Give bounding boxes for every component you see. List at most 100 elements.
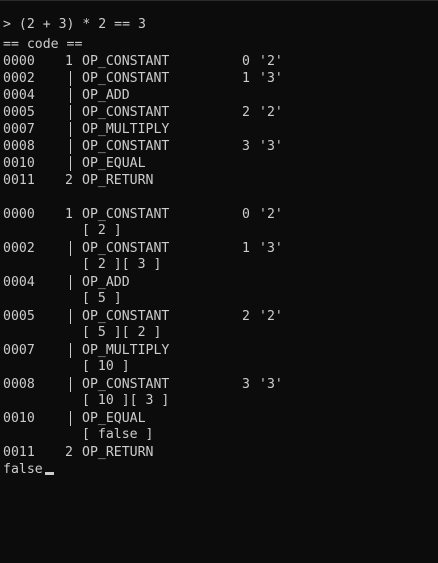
line-continuation-bar [70, 122, 71, 137]
code-row: 0008 OP_CONSTANT 3 '3' [3, 138, 433, 155]
code-opcode: OP_MULTIPLY [82, 122, 170, 137]
code-row: 0011 2 OP_RETURN [3, 172, 433, 189]
terminal-top-border [0, 0, 438, 1]
stack-row: [ false ] [3, 426, 433, 443]
trace-constant-index: 0 [242, 207, 250, 222]
code-constant-index: 0 [242, 54, 250, 69]
code-offset: 0002 [3, 71, 35, 86]
code-opcode: OP_CONSTANT [82, 105, 170, 120]
code-opcode: OP_CONSTANT [82, 139, 170, 154]
trace-row: 0005 OP_CONSTANT 2 '2' [3, 308, 433, 325]
code-constant-index: 2 [242, 105, 250, 120]
code-line-number: 2 [65, 173, 73, 188]
line-continuation-bar [70, 241, 71, 256]
code-constant-index: 3 [242, 139, 250, 154]
code-constant-index: 1 [242, 71, 250, 86]
stack-row: [ 10 ][ 3 ] [3, 392, 433, 409]
line-continuation-bar [70, 71, 71, 86]
code-constant-value: '3' [259, 139, 283, 154]
trace-constant-index: 1 [242, 241, 250, 256]
line-continuation-bar [70, 411, 71, 426]
trace-opcode: OP_CONSTANT [82, 207, 170, 222]
trace-row: 0000 1 OP_CONSTANT 0 '2' [3, 206, 433, 223]
trace-offset: 0005 [3, 309, 35, 324]
trace-offset: 0008 [3, 377, 35, 392]
code-opcode: OP_CONSTANT [82, 71, 170, 86]
trace-constant-index: 3 [242, 377, 250, 392]
stack-row: [ 5 ] [3, 290, 433, 307]
code-row: 0010 OP_EQUAL [3, 155, 433, 172]
stack-contents: [ 5 ] [82, 291, 122, 306]
line-continuation-bar [70, 377, 71, 392]
result-output: false [3, 462, 43, 477]
code-line-number: 1 [65, 54, 73, 69]
trace-opcode: OP_RETURN [82, 445, 154, 460]
line-continuation-bar [70, 343, 71, 358]
terminal-window[interactable]: > (2 + 3) * 2 == 3 == code == 0000 1 OP_… [0, 0, 438, 482]
code-opcode: OP_ADD [82, 88, 130, 103]
trace-offset: 0004 [3, 275, 35, 290]
code-offset: 0007 [3, 122, 35, 137]
stack-contents: [ 2 ] [82, 223, 122, 238]
code-offset: 0008 [3, 139, 35, 154]
prompt-line: > (2 + 3) * 2 == 3 [3, 17, 146, 32]
trace-opcode: OP_CONSTANT [82, 309, 170, 324]
trace-opcode: OP_MULTIPLY [82, 343, 170, 358]
stack-row: [ 10 ] [3, 358, 433, 375]
trace-line-number: 2 [65, 445, 73, 460]
trace-opcode: OP_CONSTANT [82, 241, 170, 256]
stack-contents: [ 10 ] [82, 359, 130, 374]
stack-row: [ 2 ] [3, 222, 433, 239]
trace-constant-value: '3' [259, 377, 283, 392]
code-opcode: OP_RETURN [82, 173, 154, 188]
line-continuation-bar [70, 275, 71, 290]
line-continuation-bar [70, 88, 71, 103]
stack-row: [ 5 ][ 2 ] [3, 324, 433, 341]
trace-offset: 0002 [3, 241, 35, 256]
code-row: 0002 OP_CONSTANT 1 '3' [3, 70, 433, 87]
stack-contents: [ 5 ][ 2 ] [82, 325, 162, 340]
code-row: 0000 1 OP_CONSTANT 0 '2' [3, 53, 433, 70]
code-opcode: OP_CONSTANT [82, 54, 170, 69]
trace-constant-value: '2' [259, 309, 283, 324]
trace-constant-index: 2 [242, 309, 250, 324]
trace-row: 0007 OP_MULTIPLY [3, 342, 433, 359]
code-row: 0005 OP_CONSTANT 2 '2' [3, 104, 433, 121]
line-continuation-bar [70, 156, 71, 171]
code-offset: 0011 [3, 173, 35, 188]
stack-contents: [ 2 ][ 3 ] [82, 257, 162, 272]
line-continuation-bar [70, 139, 71, 154]
code-constant-value: '2' [259, 105, 283, 120]
trace-constant-value: '3' [259, 241, 283, 256]
code-offset: 0004 [3, 88, 35, 103]
code-row: 0007 OP_MULTIPLY [3, 121, 433, 138]
code-offset: 0005 [3, 105, 35, 120]
trace-offset: 0010 [3, 411, 35, 426]
stack-contents: [ 10 ][ 3 ] [82, 393, 170, 408]
trace-line-number: 1 [65, 207, 73, 222]
code-offset: 0000 [3, 54, 35, 69]
trace-row: 0002 OP_CONSTANT 1 '3' [3, 240, 433, 257]
trace-opcode: OP_CONSTANT [82, 377, 170, 392]
trace-offset: 0000 [3, 207, 35, 222]
trace-row: 0011 2 OP_RETURN [3, 444, 433, 461]
code-opcode: OP_EQUAL [82, 156, 146, 171]
text-cursor [45, 472, 54, 475]
trace-row: 0008 OP_CONSTANT 3 '3' [3, 376, 433, 393]
trace-constant-value: '2' [259, 207, 283, 222]
trace-opcode: OP_ADD [82, 275, 130, 290]
trace-row: 0004 OP_ADD [3, 274, 433, 291]
code-row: 0004 OP_ADD [3, 87, 433, 104]
trace-offset: 0011 [3, 445, 35, 460]
line-continuation-bar [70, 309, 71, 324]
trace-offset: 0007 [3, 343, 35, 358]
code-constant-value: '2' [259, 54, 283, 69]
code-header: == code == [3, 37, 83, 52]
stack-contents: [ false ] [82, 427, 154, 442]
line-continuation-bar [70, 105, 71, 120]
code-offset: 0010 [3, 156, 35, 171]
trace-row: 0010 OP_EQUAL [3, 410, 433, 427]
code-constant-value: '3' [259, 71, 283, 86]
stack-row: [ 2 ][ 3 ] [3, 256, 433, 273]
trace-opcode: OP_EQUAL [82, 411, 146, 426]
